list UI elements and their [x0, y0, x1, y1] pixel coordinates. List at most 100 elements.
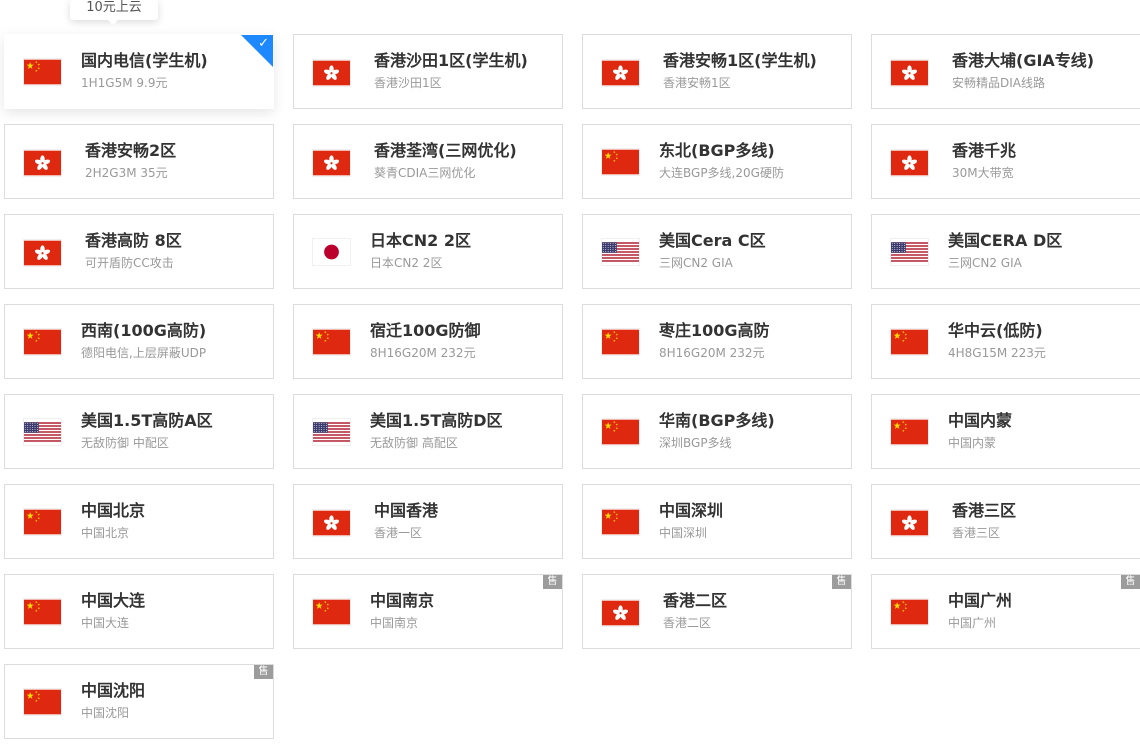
region-card[interactable]: 宿迁100G防御 8H16G20M 232元 [293, 304, 563, 379]
region-title: 宿迁100G防御 [370, 321, 481, 340]
region-title: 中国广州 [948, 591, 1013, 610]
region-subtitle: 30M大带宽 [952, 166, 1014, 180]
region-card[interactable]: 美国1.5T高防A区 无敌防御 中配区 [4, 394, 274, 469]
region-subtitle: 1H1G5M 9.9元 [81, 76, 168, 90]
region-subtitle: 香港一区 [374, 526, 423, 540]
region-subtitle: 无敌防御 高配区 [370, 436, 458, 450]
region-subtitle: 中国内蒙 [948, 436, 997, 450]
region-card[interactable]: 华南(BGP多线) 深圳BGP多线 [582, 394, 852, 469]
region-card[interactable]: 美国Cera C区 三网CN2 GIA [582, 214, 852, 289]
region-info: 美国Cera C区 三网CN2 GIA [659, 230, 766, 271]
region-title: 中国深圳 [659, 501, 724, 520]
china-flag-icon [891, 419, 928, 445]
hong-kong-flag-icon [602, 60, 639, 86]
region-subtitle: 三网CN2 GIA [948, 256, 1022, 270]
hong-kong-flag-icon [24, 240, 61, 266]
region-info: 香港荃湾(三网优化) 葵青CDIA三网优化 [374, 140, 517, 181]
region-card[interactable]: 西南(100G高防) 德阳电信,上层屏蔽UDP [4, 304, 274, 379]
sold-out-badge: 售罄 [254, 665, 273, 691]
region-card[interactable]: 香港千兆 30M大带宽 [871, 124, 1140, 199]
china-flag-icon [24, 689, 61, 715]
hong-kong-flag-icon [891, 510, 928, 536]
hong-kong-flag-icon [24, 150, 61, 176]
region-title: 香港荃湾(三网优化) [374, 141, 517, 160]
region-card[interactable]: 香港高防 8区 可开盾防CC攻击 [4, 214, 274, 289]
region-card[interactable]: 中国北京 中国北京 [4, 484, 274, 559]
china-flag-icon [891, 329, 928, 355]
china-flag-icon [891, 599, 928, 625]
region-card[interactable]: 香港二区 香港二区 售罄 [582, 574, 852, 649]
us-flag-icon [602, 239, 639, 265]
region-title: 美国Cera C区 [659, 231, 766, 250]
region-info: 美国1.5T高防A区 无敌防御 中配区 [81, 410, 213, 451]
region-info: 宿迁100G防御 8H16G20M 232元 [370, 320, 481, 361]
region-title: 中国南京 [370, 591, 435, 610]
china-flag-icon [24, 599, 61, 625]
region-subtitle: 深圳BGP多线 [659, 436, 732, 450]
region-card[interactable]: 香港安畅2区 2H2G3M 35元 [4, 124, 274, 199]
sold-out-badge: 售罄 [543, 575, 562, 601]
region-title: 中国沈阳 [81, 681, 146, 700]
region-subtitle: 中国深圳 [659, 526, 708, 540]
region-card[interactable]: 中国香港 香港一区 [293, 484, 563, 559]
region-card[interactable]: 香港大埔(GIA专线) 安畅精品DIA线路 [871, 34, 1140, 109]
region-card[interactable]: 中国大连 中国大连 [4, 574, 274, 649]
region-info: 枣庄100G高防 8H16G20M 232元 [659, 320, 770, 361]
region-card[interactable]: 华中云(低防) 4H8G15M 223元 [871, 304, 1140, 379]
region-card[interactable]: 中国深圳 中国深圳 [582, 484, 852, 559]
china-flag-icon [602, 149, 639, 175]
region-subtitle: 无敌防御 中配区 [81, 436, 169, 450]
region-info: 中国沈阳 中国沈阳 [81, 680, 145, 721]
checkmark-icon: ✓ [258, 36, 269, 51]
region-info: 香港二区 香港二区 [663, 590, 727, 631]
region-info: 中国南京 中国南京 [370, 590, 434, 631]
region-subtitle: 香港沙田1区 [374, 76, 442, 90]
region-info: 中国大连 中国大连 [81, 590, 145, 631]
hong-kong-flag-icon [602, 600, 639, 626]
region-subtitle: 2H2G3M 35元 [85, 166, 168, 180]
region-info: 中国北京 中国北京 [81, 500, 145, 541]
us-flag-icon [313, 419, 350, 445]
region-title: 华南(BGP多线) [659, 411, 775, 430]
sold-out-badge: 售罄 [1121, 575, 1140, 601]
region-title: 香港安畅1区(学生机) [663, 51, 817, 70]
region-card[interactable]: 香港安畅1区(学生机) 香港安畅1区 [582, 34, 852, 109]
china-flag-icon [313, 329, 350, 355]
region-card[interactable]: 香港三区 香港三区 [871, 484, 1140, 559]
region-grid: 国内电信(学生机) 1H1G5M 9.9元 ✓ 香港沙田1区(学生机) 香港沙田1区 香港… [4, 34, 1140, 739]
region-info: 香港高防 8区 可开盾防CC攻击 [85, 230, 182, 271]
tooltip-text: 10元上云 [86, 0, 142, 15]
region-title: 日本CN2 2区 [370, 231, 471, 250]
region-card[interactable]: 香港荃湾(三网优化) 葵青CDIA三网优化 [293, 124, 563, 199]
region-card[interactable]: 中国广州 中国广州 售罄 [871, 574, 1140, 649]
region-card[interactable]: 国内电信(学生机) 1H1G5M 9.9元 ✓ [4, 34, 274, 109]
region-title: 香港千兆 [952, 141, 1017, 160]
region-info: 美国1.5T高防D区 无敌防御 高配区 [370, 410, 503, 451]
region-title: 中国北京 [81, 501, 146, 520]
region-subtitle: 葵青CDIA三网优化 [374, 166, 476, 180]
region-card[interactable]: 东北(BGP多线) 大连BGP多线,20G硬防 [582, 124, 852, 199]
hong-kong-flag-icon [313, 510, 350, 536]
region-subtitle: 中国南京 [370, 616, 419, 630]
region-card[interactable]: 日本CN2 2区 日本CN2 2区 [293, 214, 563, 289]
region-title: 香港三区 [952, 501, 1017, 520]
region-card[interactable]: 中国南京 中国南京 售罄 [293, 574, 563, 649]
region-subtitle: 德阳电信,上层屏蔽UDP [81, 346, 207, 360]
region-title: 中国香港 [374, 501, 439, 520]
region-subtitle: 香港二区 [663, 616, 712, 630]
region-subtitle: 中国沈阳 [81, 706, 130, 720]
region-subtitle: 可开盾防CC攻击 [85, 256, 174, 270]
china-flag-icon [602, 419, 639, 445]
region-info: 华中云(低防) 4H8G15M 223元 [948, 320, 1046, 361]
china-flag-icon [602, 509, 639, 535]
region-card[interactable]: 枣庄100G高防 8H16G20M 232元 [582, 304, 852, 379]
region-title: 国内电信(学生机) [81, 51, 208, 70]
region-card[interactable]: 中国内蒙 中国内蒙 [871, 394, 1140, 469]
region-card[interactable]: 中国沈阳 中国沈阳 售罄 [4, 664, 274, 739]
region-card[interactable]: 美国1.5T高防D区 无敌防御 高配区 [293, 394, 563, 469]
region-title: 中国大连 [81, 591, 146, 610]
region-card[interactable]: 香港沙田1区(学生机) 香港沙田1区 [293, 34, 563, 109]
hong-kong-flag-icon [313, 150, 350, 176]
region-card[interactable]: 美国CERA D区 三网CN2 GIA [871, 214, 1140, 289]
region-info: 香港安畅2区 2H2G3M 35元 [85, 140, 176, 181]
